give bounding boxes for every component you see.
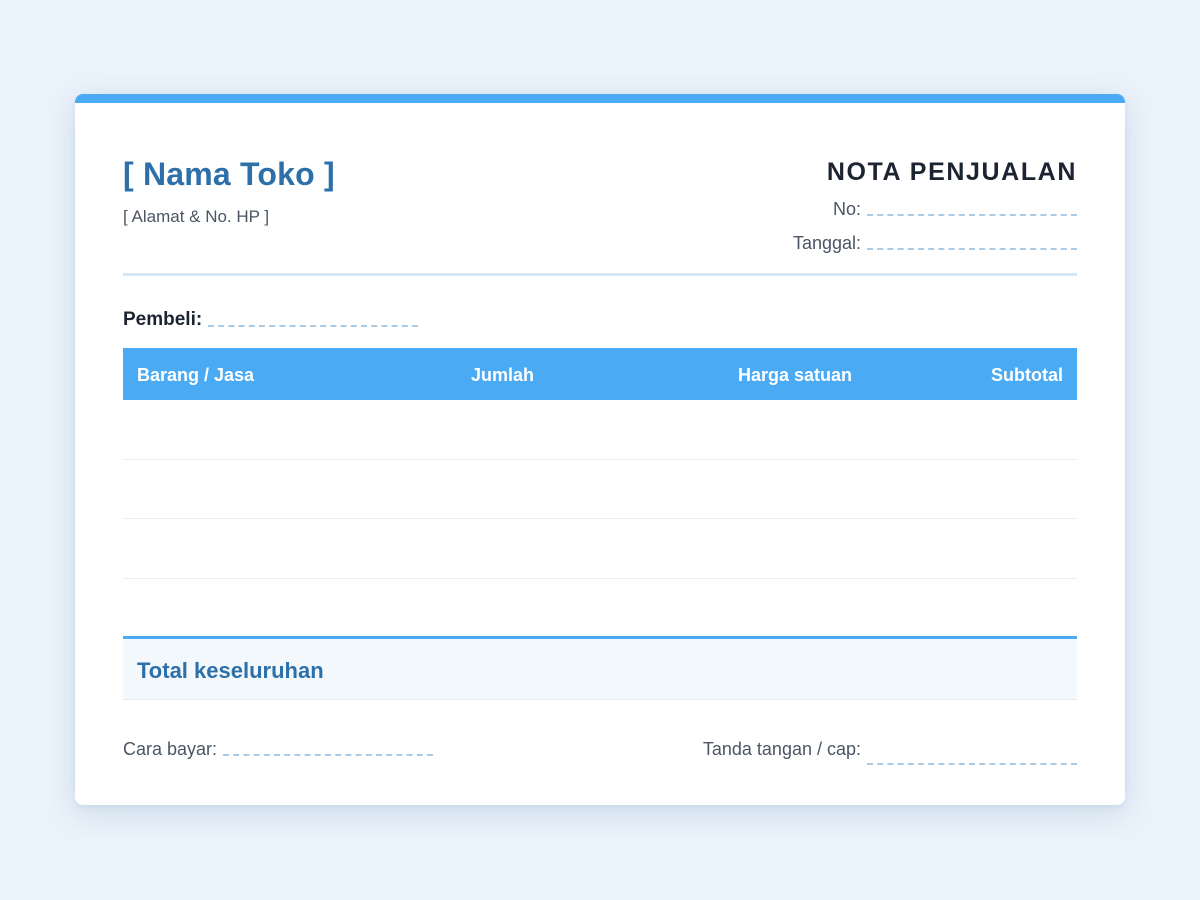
- signature-label: Tanda tangan / cap:: [702, 739, 861, 759]
- invoice-number-field[interactable]: [867, 214, 1077, 216]
- buyer-label: Pembeli:: [123, 309, 203, 330]
- total-row: Total keseluruhan: [123, 636, 1077, 700]
- column-header-item: Barang / Jasa: [137, 365, 255, 385]
- buyer-row: Pembeli:: [123, 309, 419, 331]
- items-table: Barang / Jasa Jumlah Harga satuan Subtot…: [123, 348, 1077, 638]
- table-header: Barang / Jasa Jumlah Harga satuan Subtot…: [123, 348, 1077, 400]
- column-header-subtotal: Subtotal: [991, 365, 1063, 385]
- date-field[interactable]: [867, 248, 1077, 250]
- header-divider: [123, 273, 1077, 276]
- shop-name: [ Nama Toko ]: [123, 156, 335, 192]
- invoice-number-label: No:: [832, 199, 861, 219]
- receipt-card: [ Nama Toko ] [ Alamat & No. HP ] NOTA P…: [75, 94, 1125, 805]
- total-label: Total keseluruhan: [137, 658, 324, 683]
- column-header-unit-price: Harga satuan: [738, 365, 853, 385]
- signature-field[interactable]: [867, 763, 1077, 765]
- table-row[interactable]: [123, 400, 1077, 460]
- table-row[interactable]: [123, 519, 1077, 579]
- document-title: NOTA PENJUALAN: [826, 158, 1077, 186]
- column-header-quantity: Jumlah: [471, 365, 535, 385]
- invoice-number-row: No:: [833, 199, 1077, 220]
- date-label: Tanggal:: [792, 233, 861, 253]
- payment-method-label: Cara bayar:: [123, 739, 218, 759]
- payment-method-row: Cara bayar:: [123, 739, 434, 760]
- table-row[interactable]: [123, 579, 1077, 639]
- signature-row: Tanda tangan / cap:: [703, 739, 1077, 769]
- shop-address: [ Alamat & No. HP ]: [123, 207, 270, 226]
- receipt-content: [ Nama Toko ] [ Alamat & No. HP ] NOTA P…: [123, 103, 1077, 805]
- table-row[interactable]: [123, 460, 1077, 519]
- buyer-field[interactable]: [208, 325, 419, 327]
- date-row: Tanggal:: [793, 233, 1077, 254]
- payment-method-field[interactable]: [223, 754, 434, 756]
